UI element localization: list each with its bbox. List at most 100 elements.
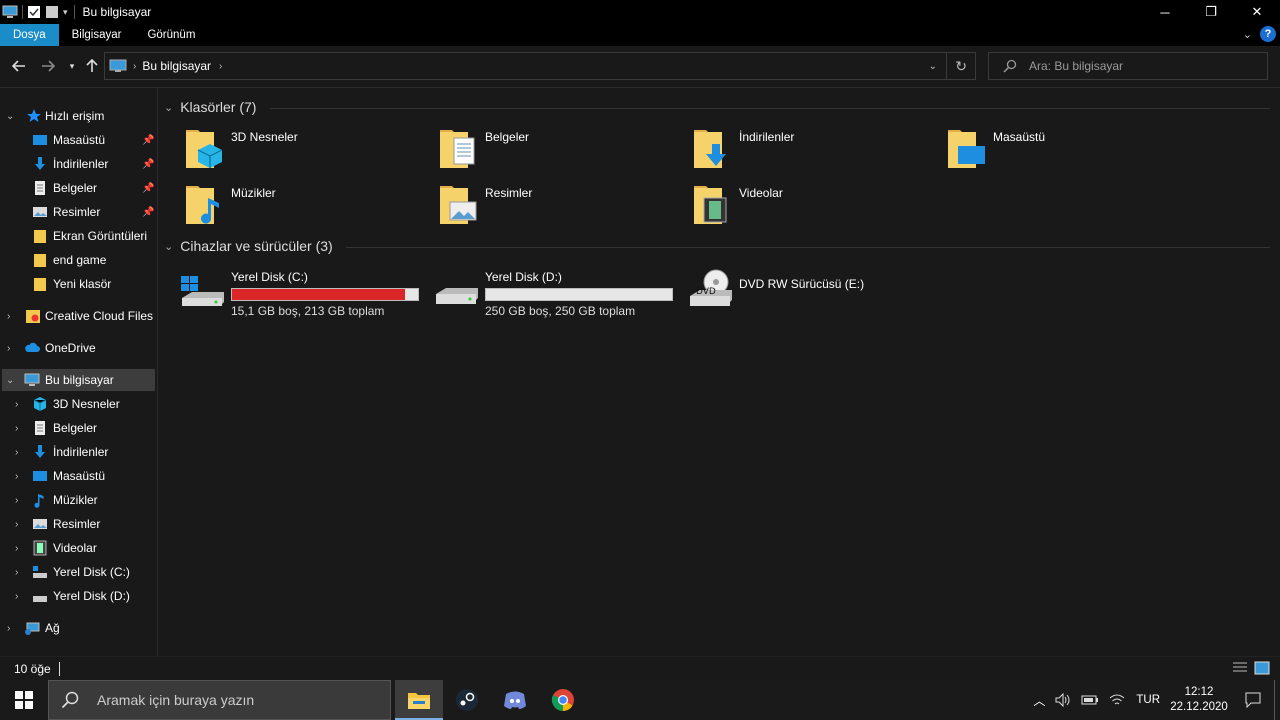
- taskbar-steam[interactable]: [443, 680, 491, 720]
- chevron-right-icon[interactable]: ›: [15, 495, 18, 506]
- properties-icon[interactable]: [27, 5, 41, 19]
- chevron-down-icon[interactable]: ⌄: [164, 101, 173, 114]
- sidebar-item-end-game[interactable]: end game: [0, 249, 156, 271]
- breadcrumb-chevron-icon[interactable]: ›: [219, 61, 222, 72]
- search-input[interactable]: Ara: Bu bilgisayar: [1029, 59, 1123, 73]
- sidebar-item-belgeler[interactable]: Belgeler 📌: [0, 177, 156, 199]
- sidebar-item-network[interactable]: › Ağ: [0, 617, 156, 639]
- sidebar-item-videolar[interactable]: › Videolar: [0, 537, 156, 559]
- wifi-icon[interactable]: [1109, 693, 1125, 707]
- volume-icon[interactable]: [1055, 693, 1071, 707]
- action-center-button[interactable]: [1232, 680, 1274, 720]
- tab-bilgisayar[interactable]: Bilgisayar: [59, 24, 135, 46]
- group-header-devices[interactable]: ⌄ Cihazlar ve sürücüler (3): [164, 238, 333, 254]
- drive-label: Yerel Disk (C:): [231, 270, 308, 284]
- sidebar-item-masaustu[interactable]: › Masaüstü: [0, 465, 156, 487]
- chevron-down-icon[interactable]: ⌄: [6, 375, 14, 386]
- clock[interactable]: 12:12 22.12.2020: [1166, 685, 1232, 715]
- tab-gorunum[interactable]: Görünüm: [134, 24, 208, 46]
- chevron-right-icon[interactable]: ›: [7, 623, 10, 634]
- sidebar-item-creative-cloud[interactable]: › Creative Cloud Files: [0, 305, 156, 327]
- chevron-right-icon[interactable]: ›: [15, 591, 18, 602]
- address-dropdown-button[interactable]: ⌄: [929, 61, 937, 72]
- chevron-right-icon[interactable]: ›: [15, 519, 18, 530]
- drive-d[interactable]: Yerel Disk (D:) 250 GB boş, 250 GB topla…: [434, 264, 684, 318]
- recent-locations-button[interactable]: ▾: [62, 56, 82, 76]
- chevron-right-icon[interactable]: ›: [7, 311, 10, 322]
- group-header-folders[interactable]: ⌄ Klasörler (7): [164, 99, 256, 115]
- battery-icon[interactable]: [1081, 694, 1099, 706]
- sidebar-item-disk-d[interactable]: › Yerel Disk (D:): [0, 585, 156, 607]
- customize-toolbar-dropdown[interactable]: ▾: [63, 7, 68, 18]
- restore-button[interactable]: ❐: [1188, 0, 1234, 24]
- sidebar-item-muzikler[interactable]: › Müzikler: [0, 489, 156, 511]
- sidebar-item-3d-nesneler[interactable]: › 3D Nesneler: [0, 393, 156, 415]
- chevron-right-icon[interactable]: ›: [15, 567, 18, 578]
- show-desktop-button[interactable]: [1274, 680, 1280, 720]
- chevron-right-icon[interactable]: ›: [15, 399, 18, 410]
- sidebar-item-this-pc[interactable]: ⌄ Bu bilgisayar: [2, 369, 155, 391]
- sidebar-item-resimler[interactable]: Resimler 📌: [0, 201, 156, 223]
- address-bar[interactable]: › Bu bilgisayar › ⌄ ↻: [104, 52, 976, 80]
- ribbon: Dosya Bilgisayar Görünüm ⌄ ?: [0, 24, 1280, 46]
- chevron-right-icon[interactable]: ›: [15, 471, 18, 482]
- sidebar-item-onedrive[interactable]: › OneDrive: [0, 337, 156, 359]
- up-button[interactable]: [82, 56, 102, 76]
- sidebar-item-yeni-klasor[interactable]: Yeni klasör: [0, 273, 156, 295]
- expand-ribbon-icon[interactable]: ⌄: [1243, 28, 1252, 41]
- folder-masaustu[interactable]: Masaüstü: [946, 126, 1196, 176]
- cloud-icon: [25, 342, 40, 352]
- sidebar-item-label: Videolar: [53, 541, 97, 555]
- chevron-right-icon[interactable]: ›: [7, 343, 10, 354]
- taskbar-search-input[interactable]: Aramak için buraya yazın: [97, 692, 254, 708]
- sidebar-item-ekran-goruntuleri[interactable]: Ekran Görüntüleri: [0, 225, 156, 247]
- search-box[interactable]: Ara: Bu bilgisayar: [988, 52, 1268, 80]
- new-folder-icon[interactable]: [45, 5, 59, 19]
- pin-icon[interactable]: 📌: [142, 135, 154, 146]
- taskbar-file-explorer[interactable]: [395, 680, 443, 720]
- pin-icon[interactable]: 📌: [142, 207, 154, 218]
- start-button[interactable]: [0, 680, 48, 720]
- drive-c[interactable]: Yerel Disk (C:) 15,1 GB boş, 213 GB topl…: [180, 264, 430, 318]
- sidebar-item-indirilenler[interactable]: İndirilenler 📌: [0, 153, 156, 175]
- help-button[interactable]: ?: [1260, 26, 1276, 42]
- folder-videolar[interactable]: Videolar: [692, 182, 942, 232]
- forward-button[interactable]: [38, 56, 58, 76]
- tab-dosya[interactable]: Dosya: [0, 24, 59, 46]
- pin-icon[interactable]: 📌: [142, 159, 154, 170]
- pin-icon[interactable]: 📌: [142, 183, 154, 194]
- taskbar-chrome[interactable]: [539, 680, 587, 720]
- large-icons-view-icon[interactable]: [1254, 661, 1270, 675]
- navigation-bar: ▾ › Bu bilgisayar › ⌄ ↻ Ara: Bu bilgisay…: [0, 46, 1280, 88]
- chevron-right-icon[interactable]: ›: [15, 423, 18, 434]
- sidebar-item-label: end game: [53, 253, 107, 267]
- chevron-right-icon[interactable]: ›: [15, 447, 18, 458]
- show-hidden-icons-icon[interactable]: ︿: [1028, 692, 1050, 709]
- creative-cloud-folder-icon: [26, 310, 40, 323]
- refresh-icon[interactable]: ↻: [955, 58, 967, 75]
- chevron-right-icon[interactable]: ›: [15, 543, 18, 554]
- language-indicator[interactable]: TUR: [1136, 694, 1160, 706]
- folder-muzikler[interactable]: Müzikler: [184, 182, 434, 232]
- folder-3d-nesneler[interactable]: 3D Nesneler: [184, 126, 434, 176]
- chevron-down-icon[interactable]: ⌄: [6, 111, 14, 122]
- close-button[interactable]: ✕: [1234, 0, 1280, 24]
- sidebar-item-belgeler[interactable]: › Belgeler: [0, 417, 156, 439]
- details-view-icon[interactable]: [1232, 661, 1248, 675]
- back-button[interactable]: [9, 56, 29, 76]
- chevron-down-icon[interactable]: ⌄: [164, 240, 173, 253]
- taskbar-discord[interactable]: [491, 680, 539, 720]
- sidebar-item-quick-access[interactable]: ⌄ Hızlı erişim: [0, 105, 156, 127]
- sidebar-item-masaustu[interactable]: Masaüstü 📌: [0, 129, 156, 151]
- taskbar-search-box[interactable]: Aramak için buraya yazın: [48, 680, 391, 720]
- sidebar-item-disk-c[interactable]: › Yerel Disk (C:): [0, 561, 156, 583]
- folder-resimler[interactable]: Resimler: [438, 182, 688, 232]
- sidebar-item-resimler[interactable]: › Resimler: [0, 513, 156, 535]
- folder-belgeler[interactable]: Belgeler: [438, 126, 688, 176]
- breadcrumb[interactable]: Bu bilgisayar: [142, 59, 211, 73]
- computer-icon[interactable]: [2, 5, 18, 19]
- folder-indirilenler[interactable]: İndirilenler: [692, 126, 942, 176]
- minimize-button[interactable]: ─: [1142, 0, 1188, 24]
- drive-e[interactable]: DVD DVD RW Sürücüsü (E:): [688, 264, 938, 314]
- sidebar-item-indirilenler[interactable]: › İndirilenler: [0, 441, 156, 463]
